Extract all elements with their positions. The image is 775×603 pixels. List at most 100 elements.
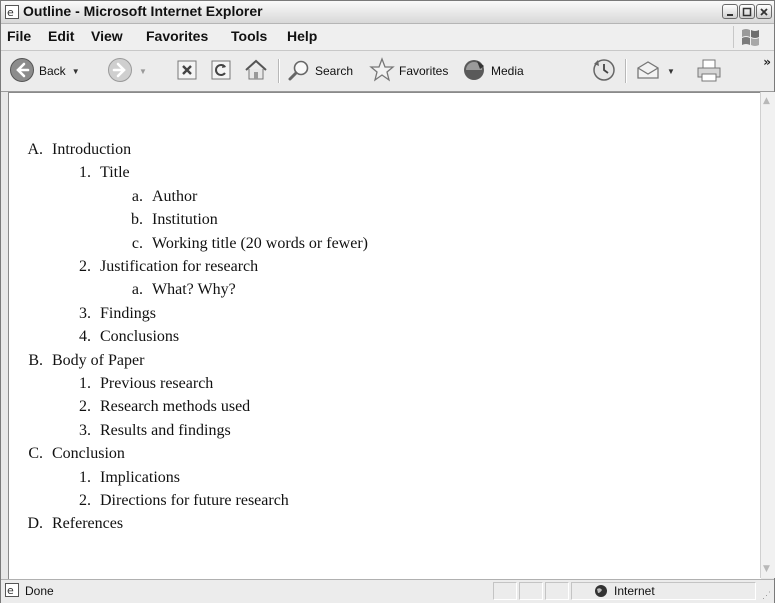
menu-help[interactable]: Help <box>287 28 317 44</box>
outline-item: 2. Directions for future research <box>67 489 289 513</box>
refresh-button[interactable] <box>209 57 233 85</box>
outline-text: Results and findings <box>100 421 231 439</box>
forward-dropdown-icon[interactable]: ▼ <box>139 67 147 76</box>
outline-text: Implications <box>100 468 180 486</box>
outline-text: Conclusion <box>52 445 125 463</box>
refresh-icon <box>209 58 233 85</box>
media-icon <box>461 57 487 86</box>
outline-item: A. Introduction <box>19 138 131 162</box>
mail-envelope-icon <box>635 57 661 86</box>
title-bar[interactable]: e Outline - Microsoft Internet Explorer <box>1 1 774 24</box>
outline-marker: 2. <box>79 492 91 509</box>
outline-text: Body of Paper <box>52 351 145 369</box>
toolbar: Back ▼ ▼ Search Favorites Media ▼ » <box>1 51 774 92</box>
window-title: Outline - Microsoft Internet Explorer <box>23 3 263 19</box>
status-panel <box>519 582 543 600</box>
menu-edit[interactable]: Edit <box>48 28 74 44</box>
outline-marker: D. <box>27 515 43 533</box>
back-dropdown-icon[interactable]: ▼ <box>72 67 80 76</box>
outline-text: Institution <box>152 211 218 229</box>
outline-text: Title <box>100 164 130 182</box>
outline-item: b. Institution <box>119 208 218 232</box>
status-bar: e Done Internet ⋰ <box>1 579 774 603</box>
internet-globe-icon <box>594 584 608 601</box>
status-panel <box>493 582 517 600</box>
printer-icon <box>695 57 723 86</box>
outline-marker: b. <box>131 211 143 229</box>
outline-text: Findings <box>100 304 157 322</box>
star-icon <box>369 56 395 86</box>
media-button[interactable]: Media <box>461 57 524 85</box>
back-button[interactable]: Back ▼ <box>9 57 80 85</box>
resize-grip-icon[interactable]: ⋰ <box>762 590 771 601</box>
outline-marker: a. <box>131 281 143 299</box>
outline-item: a. Author <box>119 185 197 209</box>
outline-item: 3. Results and findings <box>67 419 231 443</box>
outline-item: a. What? Why? <box>119 278 236 302</box>
minimize-button[interactable] <box>722 4 738 19</box>
outline-marker: 1. <box>79 468 91 486</box>
page-done-icon: e <box>5 583 19 600</box>
search-icon <box>287 58 311 85</box>
ie-page-icon: e <box>5 4 19 19</box>
search-label: Search <box>315 64 354 78</box>
outline-text: Author <box>152 187 198 205</box>
outline-marker: 3. <box>79 304 91 322</box>
stop-button[interactable] <box>175 57 199 85</box>
outline-marker: 4. <box>79 328 91 346</box>
page-content: A. Introduction 1. Title a. Author b. Instituti… <box>8 92 761 579</box>
scroll-down-arrow-icon[interactable]: ▼ <box>763 564 770 574</box>
home-icon <box>243 57 269 86</box>
outline-item: B. Body of Paper <box>19 349 144 373</box>
vertical-scrollbar[interactable]: ▲ ▼ <box>760 92 775 578</box>
forward-arrow-icon <box>107 57 133 86</box>
close-button[interactable] <box>756 4 772 19</box>
outline-marker: 3. <box>79 421 91 439</box>
outline-text: References <box>52 515 124 533</box>
menu-tools[interactable]: Tools <box>231 28 267 44</box>
outline-marker: 1. <box>79 164 91 182</box>
search-button[interactable]: Search <box>287 57 353 85</box>
outline-text: Working title (20 words or fewer) <box>152 234 368 252</box>
outline-text: Previous research <box>100 375 214 392</box>
history-clock-icon <box>591 57 617 86</box>
outline-marker: 2. <box>79 258 91 275</box>
outline-item: D. References <box>19 512 123 536</box>
favorites-label: Favorites <box>399 64 449 78</box>
outline-item: C. Conclusion <box>19 442 125 466</box>
history-button[interactable] <box>591 57 617 85</box>
mail-dropdown-icon[interactable]: ▼ <box>667 67 675 76</box>
windows-logo-icon <box>733 26 768 48</box>
media-label: Media <box>491 64 524 78</box>
outline-text: Research methods used <box>100 398 251 416</box>
menu-file[interactable]: File <box>7 28 31 44</box>
favorites-button[interactable]: Favorites <box>369 56 449 86</box>
mail-button[interactable]: ▼ <box>635 57 675 85</box>
outline-text: Directions for future research <box>100 492 289 509</box>
home-button[interactable] <box>243 57 269 85</box>
status-panel <box>545 582 569 600</box>
browser-window: e Outline - Microsoft Internet Explorer … <box>0 0 775 603</box>
outline-text: Introduction <box>52 141 132 158</box>
back-arrow-icon <box>9 57 35 86</box>
toolbar-overflow-chevron[interactable]: » <box>763 55 771 69</box>
svg-text:e: e <box>7 584 14 597</box>
outline-item: 1. Previous research <box>67 372 213 396</box>
svg-text:e: e <box>7 6 14 19</box>
security-zone-panel: Internet <box>571 582 756 600</box>
outline-text: What? Why? <box>152 281 236 299</box>
outline-marker: B. <box>28 351 43 369</box>
outline-marker: c. <box>131 234 143 252</box>
scroll-up-arrow-icon[interactable]: ▲ <box>763 96 770 106</box>
forward-button[interactable]: ▼ <box>107 57 147 85</box>
outline-item: 2. Justification for research <box>67 255 258 279</box>
back-label: Back <box>39 64 66 78</box>
print-button[interactable] <box>695 57 723 85</box>
menu-view[interactable]: View <box>91 28 123 44</box>
outline-marker: C. <box>28 445 43 463</box>
outline-marker: A. <box>27 141 43 158</box>
menu-favorites[interactable]: Favorites <box>146 28 208 44</box>
maximize-button[interactable] <box>739 4 755 19</box>
outline-item: 1. Implications <box>67 466 180 490</box>
outline-marker: a. <box>131 187 143 205</box>
